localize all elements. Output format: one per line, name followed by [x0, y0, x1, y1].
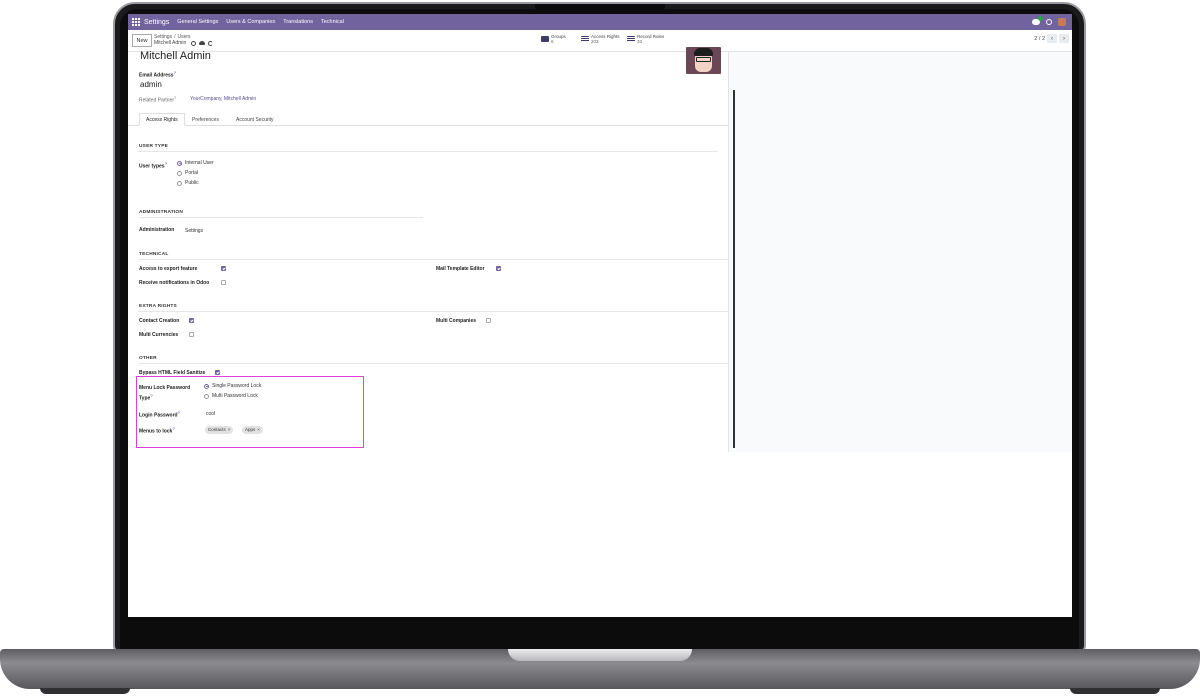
- chevron-left-icon[interactable]: ‹: [1047, 34, 1057, 43]
- record-rules-smart-button[interactable]: Record Rules 33: [624, 32, 667, 45]
- mail-template-editor-label: Mail Template Editor: [436, 266, 485, 272]
- multi-companies-checkbox[interactable]: [486, 318, 491, 323]
- radio-multi-password-lock[interactable]: Multi Password Lock: [204, 393, 258, 399]
- close-icon[interactable]: ×: [257, 426, 260, 434]
- administration-select[interactable]: Settings: [185, 228, 203, 234]
- help-icon[interactable]: ?: [165, 161, 167, 166]
- tab-preferences[interactable]: Preferences: [186, 114, 225, 126]
- menu-general-settings[interactable]: General Settings: [177, 19, 218, 25]
- email-field[interactable]: admin: [140, 80, 162, 89]
- help-icon[interactable]: ?: [174, 95, 176, 100]
- breadcrumb: Settings / Users Mitchell Admin: [154, 34, 214, 46]
- top-navbar: Settings General Settings Users & Compan…: [128, 14, 1072, 30]
- menu-tag-contacts[interactable]: Contacts ×: [205, 426, 234, 434]
- radio-public[interactable]: Public: [177, 180, 199, 186]
- access-rights-smart-button[interactable]: Access Rights 203: [578, 32, 623, 45]
- contact-creation-checkbox[interactable]: [189, 318, 194, 323]
- screen: Settings General Settings Users & Compan…: [128, 14, 1072, 617]
- chevron-right-icon[interactable]: ›: [1059, 34, 1069, 43]
- multi-companies-label: Multi Companies: [436, 318, 477, 324]
- list-icon: [581, 35, 589, 42]
- users-icon: [541, 35, 549, 42]
- help-icon[interactable]: ?: [150, 393, 152, 398]
- close-icon[interactable]: ×: [228, 426, 231, 434]
- menu-lock-type-label: Menu Lock Password: [139, 385, 191, 391]
- apps-menu-icon[interactable]: [128, 14, 144, 30]
- radio-portal[interactable]: Portal: [177, 170, 198, 176]
- related-partner-link[interactable]: YourCompany, Mitchell Admin: [190, 96, 256, 102]
- control-panel: New Settings / Users Mitchell Admin Groups…: [128, 30, 1072, 52]
- user-photo[interactable]: [686, 47, 721, 74]
- help-icon[interactable]: ?: [174, 70, 176, 75]
- save-cloud-icon[interactable]: [199, 41, 206, 45]
- section-user-type: USER TYPE: [139, 144, 168, 149]
- export-feature-label: Access to export feature: [139, 266, 198, 272]
- section-extra-rights: EXTRA RIGHTS: [139, 304, 177, 309]
- menu-tag-apps[interactable]: Apps ×: [242, 426, 263, 434]
- user-form: Mitchell Admin Email Address? admin Rela…: [128, 47, 728, 617]
- tab-access-rights[interactable]: Access Rights: [139, 113, 185, 126]
- tab-account-security[interactable]: Account Security: [230, 114, 280, 126]
- radio-internal-user[interactable]: Internal User: [177, 160, 214, 166]
- app-title[interactable]: Settings: [144, 19, 169, 26]
- login-password-label: Login Password: [139, 412, 178, 419]
- chatter-panel: [728, 52, 1072, 452]
- receive-notifications-checkbox[interactable]: [221, 280, 226, 285]
- chatter-scrollbar[interactable]: [733, 90, 735, 448]
- notification-badge: [1038, 16, 1043, 21]
- mail-template-editor-checkbox[interactable]: [496, 266, 501, 271]
- related-partner-label: Related Partner: [139, 97, 175, 104]
- bypass-html-sanitize-checkbox[interactable]: [215, 370, 220, 375]
- help-icon[interactable]: ?: [178, 410, 180, 415]
- breadcrumb-current: Mitchell Admin: [154, 40, 187, 46]
- new-button[interactable]: New: [132, 34, 152, 47]
- laptop-mockup: Settings General Settings Users & Compan…: [0, 0, 1200, 697]
- receive-notifications-label: Receive notifications in Odoo: [139, 280, 210, 286]
- help-icon[interactable]: ?: [172, 426, 174, 431]
- login-password-input[interactable]: cool: [206, 411, 215, 417]
- menu-technical[interactable]: Technical: [321, 19, 344, 25]
- menu-translations[interactable]: Translations: [283, 19, 313, 25]
- groups-smart-button[interactable]: Groups 6: [538, 32, 569, 45]
- multi-currencies-checkbox[interactable]: [189, 332, 194, 337]
- gear-icon[interactable]: [191, 40, 197, 46]
- laptop-opening-lip: [508, 649, 692, 661]
- menus-to-lock-label: Menus to lock: [139, 428, 173, 435]
- contact-creation-label: Contact Creation: [139, 318, 180, 324]
- section-administration: ADMINISTRATION: [139, 210, 184, 215]
- user-types-label: User types: [139, 163, 165, 170]
- camera-notch: [534, 4, 665, 14]
- section-technical: TECHNICAL: [139, 252, 169, 257]
- notebook-tabs: Access Rights Preferences Account Securi…: [128, 110, 728, 126]
- chat-icon[interactable]: [1032, 16, 1043, 25]
- email-label: Email Address: [139, 72, 174, 79]
- clock-icon[interactable]: [1046, 19, 1052, 25]
- list-icon: [627, 35, 635, 42]
- pager: 2 / 2 ‹ ›: [1034, 34, 1069, 43]
- radio-single-password-lock[interactable]: Single Password Lock: [204, 383, 261, 389]
- administration-label: Administration: [139, 227, 175, 233]
- user-avatar[interactable]: [1058, 18, 1066, 26]
- export-feature-checkbox[interactable]: [221, 266, 226, 271]
- multi-currencies-label: Multi Currencies: [139, 332, 179, 338]
- discard-icon[interactable]: [208, 40, 214, 46]
- pager-value: 2 / 2: [1034, 35, 1045, 42]
- section-other: OTHER: [139, 356, 157, 361]
- menu-users-companies[interactable]: Users & Companies: [226, 19, 275, 25]
- user-name[interactable]: Mitchell Admin: [140, 50, 211, 62]
